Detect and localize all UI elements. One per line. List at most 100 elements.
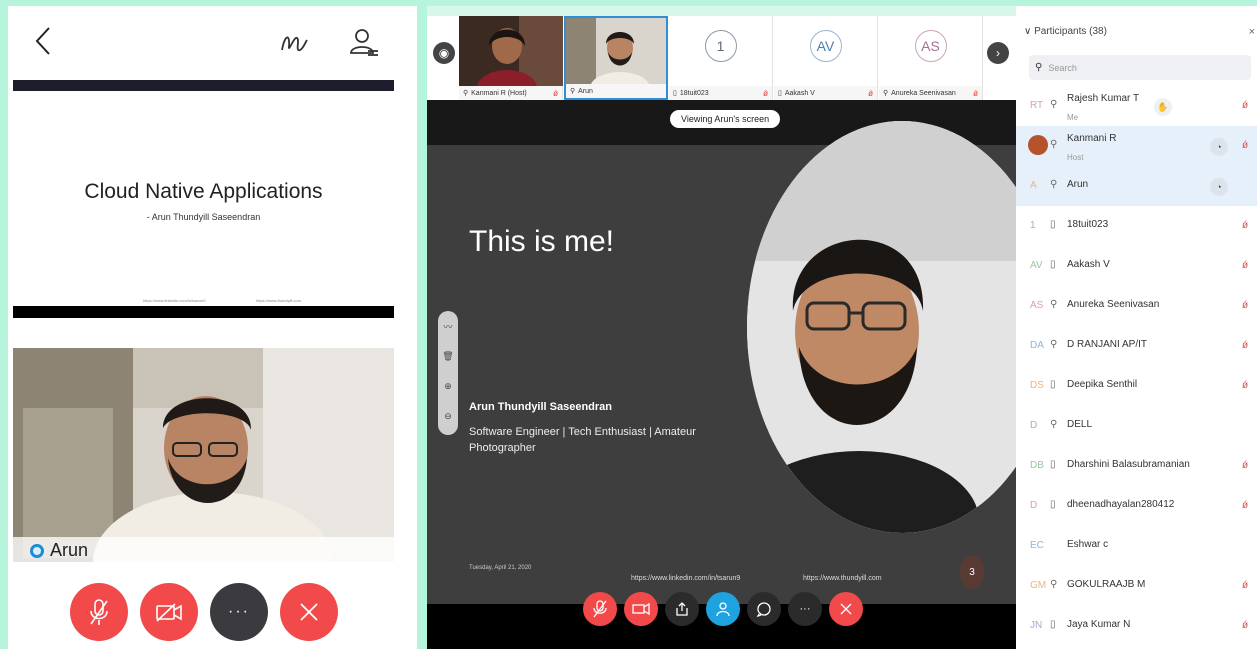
slide-title: This is me!: [469, 225, 615, 258]
mic-muted-icon[interactable]: ǿ: [1242, 220, 1248, 231]
share-button[interactable]: [665, 592, 699, 626]
participant-row[interactable]: ⚲ Kanmani R Host ◔ ǿ: [1016, 126, 1257, 166]
mic-muted-icon[interactable]: ǿ: [1242, 140, 1248, 151]
next-page-icon[interactable]: ›: [987, 42, 1009, 64]
participant-row[interactable]: AV ▯ Aakash V ǿ: [1016, 246, 1257, 286]
thumbnail-arun[interactable]: ⚲ Arun: [564, 16, 668, 100]
participant-row[interactable]: DB ▯ Dharshini Balasubramanian ǿ: [1016, 446, 1257, 486]
phone-icon: ▯: [1050, 459, 1056, 470]
participants-panel: ∨ Participants (38) × ⚲ Search RT ⚲ Rajesh…: [1016, 6, 1257, 649]
thumbnail-kanmani[interactable]: ⚲ Kanmani R (Host) ǿ: [459, 16, 563, 100]
thumbnail-anureka[interactable]: AS ⚲ Anureka Seenivasan ǿ: [879, 16, 983, 100]
participant-row[interactable]: EC Eshwar c: [1016, 526, 1257, 566]
back-chevron-icon[interactable]: [30, 24, 58, 58]
raise-hand-icon[interactable]: ✋: [1154, 98, 1172, 116]
video-button[interactable]: [624, 592, 658, 626]
mobile-meeting-panel: Cloud Native Applications - Arun Thundyi…: [8, 6, 417, 649]
chat-bubble-icon[interactable]: ◔: [1210, 138, 1228, 156]
thumbnail-label: ▯ 18tuit023 ǿ: [669, 86, 772, 100]
layout-toggle-icon[interactable]: ◉: [433, 42, 455, 64]
participant-row[interactable]: DA ⚲ D RANJANI AP/IT ǿ: [1016, 326, 1257, 366]
avatar-initials: DB: [1030, 460, 1044, 471]
pen-icon[interactable]: 〰: [438, 315, 458, 337]
participant-name: Arun: [1067, 179, 1089, 190]
close-panel-icon[interactable]: ×: [1249, 26, 1255, 38]
leave-meeting-button[interactable]: [280, 583, 338, 641]
mic-icon: ⚲: [1050, 579, 1058, 590]
mic-muted-icon[interactable]: ǿ: [1242, 300, 1248, 311]
participant-name: Jaya Kumar N: [1067, 619, 1131, 630]
avatar-initials: D: [1030, 500, 1038, 511]
participant-name: DELL: [1067, 419, 1093, 430]
avatar-initials: AS: [914, 30, 947, 62]
mic-icon: ⚲: [1050, 339, 1058, 350]
mute-button[interactable]: [70, 583, 128, 641]
mic-muted-icon: ǿ: [868, 88, 873, 98]
ellipsis-icon: ···: [228, 603, 250, 620]
mic-muted-icon: [593, 600, 607, 618]
video-name-label: Arun: [30, 540, 88, 561]
participant-row[interactable]: GM ⚲ GOKULRAAJB M ǿ: [1016, 566, 1257, 606]
participant-row[interactable]: D ⚲ DELL: [1016, 406, 1257, 446]
meeting-content-area: ⚲ Kanmani R (Host) ǿ ⚲ Arun 1 ▯ 18tuit02…: [427, 6, 1016, 649]
mic-muted-icon[interactable]: ǿ: [1242, 580, 1248, 591]
video-name: Arun: [50, 540, 89, 560]
mac-menubar: [13, 80, 394, 91]
trash-icon[interactable]: 🗑: [438, 345, 458, 367]
zoom-out-icon[interactable]: ⊖: [438, 405, 458, 427]
chat-bubble-icon[interactable]: ◔: [1210, 178, 1228, 196]
avatar-initials: GM: [1030, 580, 1047, 591]
thumbnail-aakash[interactable]: AV ▯ Aakash V ǿ: [774, 16, 878, 100]
participant-row[interactable]: 1 ▯ 18tuit023 ǿ: [1016, 206, 1257, 246]
search-icon: ⚲: [1035, 62, 1043, 73]
phone-icon: ▯: [778, 90, 782, 97]
participant-row[interactable]: A ⚲ Arun ◔: [1016, 166, 1257, 206]
participant-row[interactable]: D ▯ dheenadhayalan280412 ǿ: [1016, 486, 1257, 526]
thumbnail-label: ⚲ Anureka Seenivasan ǿ: [879, 86, 982, 100]
mute-button[interactable]: [583, 592, 617, 626]
mic-muted-icon[interactable]: ǿ: [1242, 620, 1248, 631]
thumbnail-18tuit023[interactable]: 1 ▯ 18tuit023 ǿ: [669, 16, 773, 100]
mic-icon: ⚲: [1050, 99, 1058, 110]
leave-meeting-button[interactable]: [829, 592, 863, 626]
participant-search[interactable]: ⚲ Search: [1029, 55, 1251, 80]
thumbnail-name: Aakash V: [784, 89, 815, 97]
avatar: [1028, 135, 1048, 155]
avatar-initials: AV: [1030, 260, 1043, 271]
participants-header[interactable]: ∨ Participants (38): [1024, 26, 1107, 37]
slide-link: https://www.thundyill.com: [256, 298, 301, 303]
participant-role: Me: [1067, 113, 1079, 122]
mic-muted-icon[interactable]: ǿ: [1242, 380, 1248, 391]
mic-muted-icon[interactable]: ǿ: [1242, 500, 1248, 511]
slide-subtitle: - Arun Thundyill Saseendran: [146, 212, 261, 222]
mic-muted-icon[interactable]: ǿ: [1242, 460, 1248, 471]
slide-page-number: 3: [960, 555, 984, 589]
mic-muted-icon[interactable]: ǿ: [1242, 340, 1248, 351]
slide-presenter-name: Arun Thundyill Saseendran: [469, 401, 613, 413]
participant-name: Anureka Seenivasan: [1067, 299, 1160, 310]
more-options-button[interactable]: ···: [788, 592, 822, 626]
participant-row[interactable]: AS ⚲ Anureka Seenivasan ǿ: [1016, 286, 1257, 326]
avatar-initials: 1: [704, 30, 737, 62]
annotate-icon[interactable]: [278, 28, 312, 58]
participants-icon[interactable]: [348, 26, 380, 58]
participants-button[interactable]: [706, 592, 740, 626]
mic-icon: ⚲: [463, 90, 469, 97]
participant-name: GOKULRAAJB M: [1067, 579, 1146, 590]
close-icon: [840, 603, 852, 615]
chat-icon: [756, 602, 771, 617]
more-options-button[interactable]: ···: [210, 583, 268, 641]
participant-row[interactable]: JN ▯ Jaya Kumar N ǿ: [1016, 606, 1257, 646]
participant-row[interactable]: DS ▯ Deepika Senthil ǿ: [1016, 366, 1257, 406]
mic-icon: ⚲: [1050, 139, 1058, 150]
chat-button[interactable]: [747, 592, 781, 626]
mic-icon: ⚲: [1050, 419, 1058, 430]
zoom-in-icon[interactable]: ⊕: [438, 375, 458, 397]
thumbnail-label: ⚲ Kanmani R (Host) ǿ: [459, 86, 562, 100]
phone-icon: ▯: [673, 90, 677, 97]
video-button[interactable]: [140, 583, 198, 641]
participant-row[interactable]: RT ⚲ Rajesh Kumar T Me ✋ ǿ: [1016, 86, 1257, 126]
mic-muted-icon[interactable]: ǿ: [1242, 100, 1248, 111]
mic-muted-icon[interactable]: ǿ: [1242, 260, 1248, 271]
annotation-toolbar: 〰 🗑 ⊕ ⊖: [438, 311, 458, 435]
